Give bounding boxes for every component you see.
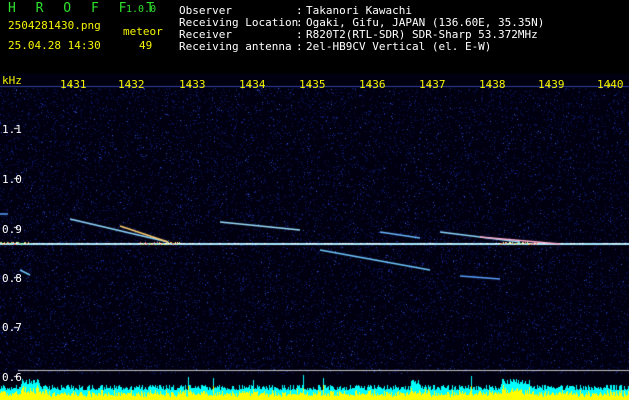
antenna-value: 2el-HB9CV Vertical (el. E-W) [306, 40, 492, 53]
spectrogram-canvas [0, 74, 629, 400]
y-tick-label: 1.1 [2, 123, 22, 136]
x-tick-label: 1431 [60, 78, 87, 91]
app-version: 1.0.0 [126, 4, 157, 15]
x-tick-label: 1434 [239, 78, 266, 91]
antenna-key: Receiving antenna [179, 40, 292, 53]
x-tick-label: 1437 [419, 78, 446, 91]
x-tick-label: 1432 [118, 78, 145, 91]
file-name: 2504281430.png [8, 19, 101, 32]
meteor-counter-value: 49 [139, 39, 153, 52]
y-tick-label: 0.6 [2, 371, 22, 384]
x-tick-label: 1435 [299, 78, 326, 91]
x-tick-label: 1433 [179, 78, 206, 91]
x-tick-label: 1438 [479, 78, 506, 91]
antenna-sep: : [296, 40, 303, 53]
file-datetime: 25.04.28 14:30 [8, 39, 101, 52]
x-tick-label: 1439 [538, 78, 565, 91]
meteor-counter-label: meteor [123, 25, 163, 38]
y-tick-label: 0.9 [2, 223, 22, 236]
y-unit-label: kHz [2, 74, 22, 87]
header-panel: H R O F F T 1.0.0 2504281430.png 25.04.2… [0, 0, 629, 74]
y-tick-label: 0.8 [2, 272, 22, 285]
y-tick-label: 1.0 [2, 173, 22, 186]
x-tick-label: 1440 [597, 78, 624, 91]
x-tick-label: 1436 [359, 78, 386, 91]
y-tick-label: 0.7 [2, 321, 22, 334]
